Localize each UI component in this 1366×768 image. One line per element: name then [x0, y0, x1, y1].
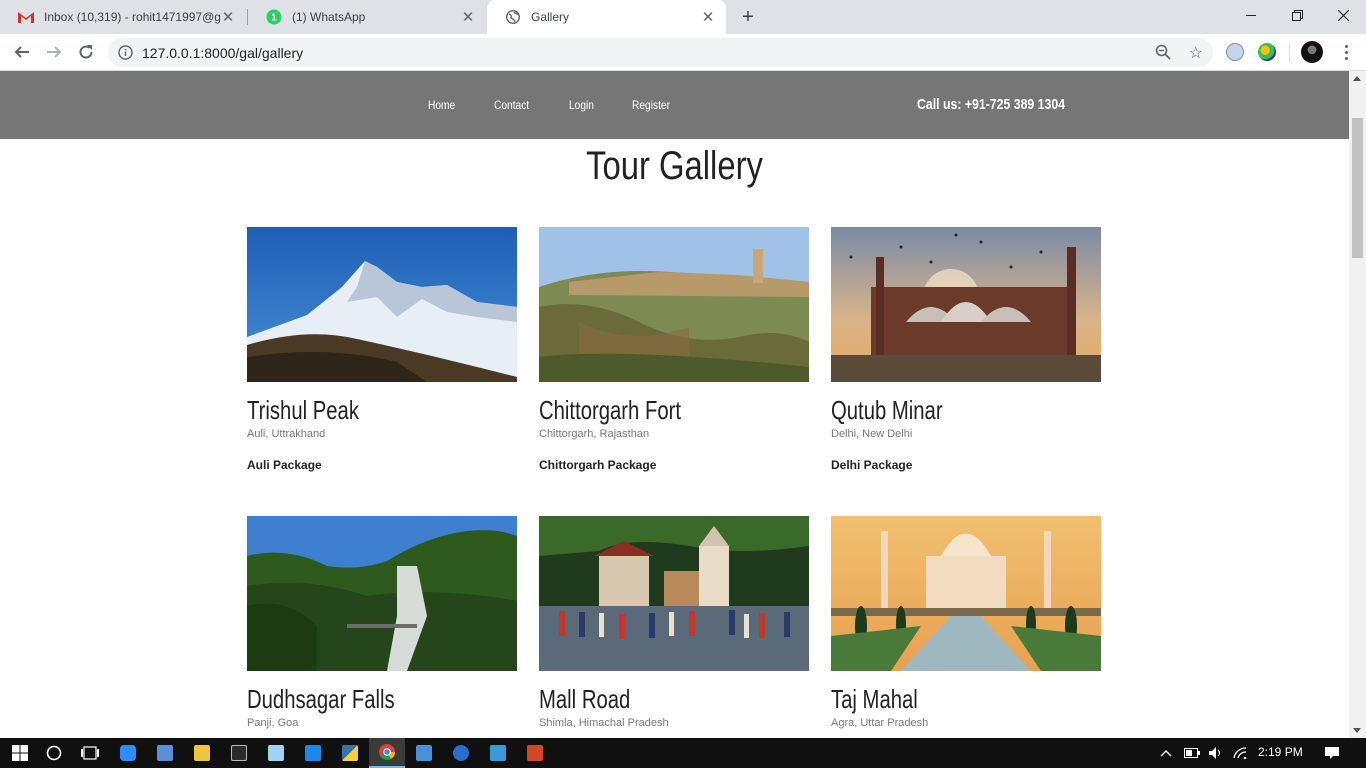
- powerpoint-icon[interactable]: [517, 738, 553, 768]
- chittorgarh-fort-photo[interactable]: [539, 227, 809, 382]
- card-title: Dudhsagar Falls: [247, 684, 395, 714]
- gallery-card[interactable]: Qutub Minar Delhi, New Delhi Delhi Packa…: [831, 227, 1101, 472]
- remote-desktop-icon[interactable]: [480, 738, 516, 768]
- extension-icon[interactable]: [1226, 43, 1244, 61]
- nav-home[interactable]: Home: [428, 98, 455, 112]
- battery-icon[interactable]: [1184, 738, 1200, 768]
- taj-mahal-photo[interactable]: [831, 516, 1101, 671]
- whatsapp-icon: 1: [266, 9, 282, 25]
- page-scrollbar[interactable]: [1349, 71, 1366, 738]
- tab-whatsapp[interactable]: 1 (1) WhatsApp ✕: [248, 0, 486, 34]
- card-location: Auli, Uttrakhand: [247, 428, 326, 440]
- vscode-icon[interactable]: [295, 738, 331, 768]
- nav-contact[interactable]: Contact: [494, 98, 529, 112]
- card-package-link[interactable]: Delhi Package: [831, 458, 1101, 472]
- card-title: Taj Mahal: [831, 684, 918, 714]
- gallery-card[interactable]: Mall Road Shimla, Himachal Pradesh: [539, 516, 809, 729]
- scroll-thumb[interactable]: [1352, 118, 1363, 258]
- tab-title: Inbox (10,319) - rohit1471997@g: [44, 10, 220, 24]
- python-icon[interactable]: [332, 738, 368, 768]
- card-location: Chittorgarh, Rajasthan: [539, 428, 650, 440]
- close-icon[interactable]: ✕: [220, 8, 236, 26]
- close-icon[interactable]: ✕: [700, 8, 716, 26]
- url-text[interactable]: 127.0.0.1:8000/gal/gallery: [142, 45, 303, 61]
- gmail-icon: [18, 9, 34, 25]
- card-title: Mall Road: [539, 684, 631, 714]
- wifi-icon[interactable]: [1233, 738, 1249, 768]
- keyboard-app-icon[interactable]: [406, 738, 442, 768]
- taskbar-clock[interactable]: 2:19 PM: [1258, 745, 1303, 759]
- reload-icon[interactable]: [72, 38, 100, 66]
- toolbar-divider: [1289, 44, 1290, 62]
- forward-arrow-icon[interactable]: [40, 38, 68, 66]
- card-title: Trishul Peak: [247, 395, 359, 425]
- new-tab-button[interactable]: +: [737, 6, 759, 28]
- windows-taskbar: 2:19 PM: [0, 738, 1366, 768]
- more-menu-icon[interactable]: [1336, 42, 1356, 62]
- task-view-icon[interactable]: [72, 738, 108, 768]
- close-icon[interactable]: ✕: [460, 8, 476, 26]
- minimize-icon[interactable]: [1228, 0, 1274, 30]
- tab-gallery[interactable]: Gallery ✕: [487, 0, 726, 34]
- card-package-link[interactable]: Chittorgarh Package: [539, 458, 809, 472]
- back-arrow-icon[interactable]: [8, 38, 36, 66]
- globe-icon: [505, 9, 521, 25]
- qutub-minar-photo[interactable]: [831, 227, 1101, 382]
- app-icon[interactable]: [443, 738, 479, 768]
- cortana-search-icon[interactable]: [36, 738, 72, 768]
- card-location: Panji, Goa: [247, 717, 299, 729]
- page-viewport: Home Contact Login Register Call us: +91…: [0, 71, 1366, 738]
- site-info-icon[interactable]: [118, 45, 133, 65]
- gallery-card[interactable]: Trishul Peak Auli, Uttrakhand Auli Packa…: [247, 227, 517, 472]
- file-explorer-icon[interactable]: [184, 738, 220, 768]
- whatsapp-badge: 1: [271, 13, 277, 24]
- scroll-down-arrow-icon[interactable]: [1353, 728, 1361, 733]
- gallery-card[interactable]: Taj Mahal Agra, Uttar Pradesh: [831, 516, 1101, 729]
- mall-road-photo[interactable]: [539, 516, 809, 671]
- card-location: Agra, Uttar Pradesh: [831, 717, 929, 729]
- card-title: Chittorgarh Fort: [539, 395, 682, 425]
- card-location: Shimla, Himachal Pradesh: [539, 717, 669, 729]
- chrome-icon[interactable]: [369, 738, 405, 768]
- volume-icon[interactable]: [1208, 738, 1224, 768]
- nav-register[interactable]: Register: [632, 98, 670, 112]
- dudhsagar-falls-photo[interactable]: [247, 516, 517, 671]
- notepad-icon[interactable]: [258, 738, 294, 768]
- call-us-text: Call us: +91-725 389 1304: [917, 96, 1066, 113]
- window-close-icon[interactable]: [1320, 0, 1366, 30]
- nav-login[interactable]: Login: [569, 98, 594, 112]
- app-icon[interactable]: [147, 738, 183, 768]
- card-title: Qutub Minar: [831, 395, 943, 425]
- tab-title: (1) WhatsApp: [292, 10, 366, 24]
- browser-toolbar: 127.0.0.1:8000/gal/gallery ☆: [0, 34, 1366, 71]
- site-navbar: Home Contact Login Register Call us: +91…: [0, 71, 1349, 139]
- browser-tabbar: Inbox (10,319) - rohit1471997@g ✕ 1 (1) …: [0, 0, 1366, 34]
- windows-start-icon[interactable]: [2, 738, 38, 768]
- page-title: Tour Gallery: [586, 144, 763, 188]
- gallery-card[interactable]: Dudhsagar Falls Panji, Goa: [247, 516, 517, 729]
- card-package-link[interactable]: Auli Package: [247, 458, 517, 472]
- tab-title: Gallery: [531, 10, 570, 24]
- scroll-up-arrow-icon[interactable]: [1353, 76, 1361, 81]
- show-hidden-icons-icon[interactable]: [1160, 738, 1172, 768]
- zoom-app-icon[interactable]: [110, 738, 146, 768]
- tab-gmail[interactable]: Inbox (10,319) - rohit1471997@g ✕: [0, 0, 246, 34]
- bookmark-star-icon[interactable]: ☆: [1189, 43, 1203, 63]
- address-bar[interactable]: 127.0.0.1:8000/gal/gallery ☆: [108, 38, 1213, 67]
- restore-icon[interactable]: [1274, 0, 1320, 30]
- notifications-icon[interactable]: [1324, 738, 1340, 768]
- zoom-icon[interactable]: [1155, 44, 1171, 65]
- trishul-peak-photo[interactable]: [247, 227, 517, 382]
- gallery-card[interactable]: Chittorgarh Fort Chittorgarh, Rajasthan …: [539, 227, 809, 472]
- card-location: Delhi, New Delhi: [831, 428, 913, 440]
- extension-globe-icon[interactable]: [1258, 43, 1276, 61]
- command-prompt-icon[interactable]: [221, 738, 257, 768]
- profile-avatar[interactable]: [1301, 41, 1323, 63]
